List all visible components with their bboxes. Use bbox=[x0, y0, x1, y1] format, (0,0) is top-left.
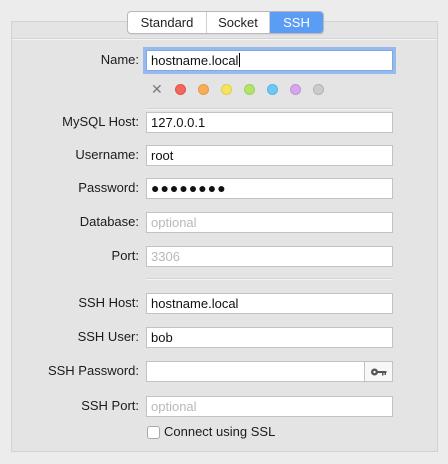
ssl-checkbox-label[interactable]: Connect using SSL bbox=[164, 423, 275, 441]
color-picker: ✕ bbox=[151, 82, 336, 96]
color-swatch-yellow[interactable] bbox=[220, 84, 232, 95]
ssh-key-button[interactable] bbox=[364, 361, 393, 382]
ssh-port-field[interactable]: optional bbox=[146, 396, 393, 417]
ssh-port-label: SSH Port: bbox=[81, 398, 139, 413]
color-swatch-purple[interactable] bbox=[289, 84, 301, 95]
name-value: hostname.local bbox=[151, 53, 239, 68]
ssh-host-field[interactable]: hostname.local bbox=[146, 293, 393, 314]
database-placeholder: optional bbox=[151, 215, 197, 230]
color-swatch-blue[interactable] bbox=[266, 84, 278, 95]
port-field[interactable]: 3306 bbox=[146, 246, 393, 267]
port-label: Port: bbox=[111, 248, 139, 263]
database-label: Database: bbox=[79, 214, 139, 229]
ssh-password-label: SSH Password: bbox=[47, 363, 139, 378]
username-label: Username: bbox=[75, 147, 139, 162]
ssh-user-field[interactable]: bob bbox=[146, 327, 393, 348]
color-separator bbox=[146, 108, 393, 110]
password-field[interactable]: ●●●●●●●● bbox=[146, 178, 393, 199]
password-value: ●●●●●●●● bbox=[151, 180, 227, 196]
ssh-host-label: SSH Host: bbox=[78, 295, 139, 310]
database-field[interactable]: optional bbox=[146, 212, 393, 233]
tab-socket[interactable]: Socket bbox=[207, 12, 270, 33]
port-placeholder: 3306 bbox=[151, 249, 180, 264]
ssh-port-placeholder: optional bbox=[151, 399, 197, 414]
color-swatch-gray[interactable] bbox=[312, 84, 324, 95]
tab-standard[interactable]: Standard bbox=[128, 12, 207, 33]
x-mark-icon[interactable]: ✕ bbox=[151, 82, 163, 96]
mysql-host-label: MySQL Host: bbox=[62, 114, 139, 129]
username-value: root bbox=[151, 148, 174, 163]
ssh-user-label: SSH User: bbox=[77, 329, 139, 344]
color-swatch-orange[interactable] bbox=[197, 84, 209, 95]
top-separator bbox=[12, 38, 437, 40]
ssh-user-value: bob bbox=[151, 330, 173, 345]
ssh-separator bbox=[146, 278, 393, 280]
color-swatch-green[interactable] bbox=[243, 84, 255, 95]
connection-type-segmented-control: Standard Socket SSH bbox=[127, 11, 324, 34]
mysql-host-value: 127.0.0.1 bbox=[151, 115, 206, 130]
ssl-checkbox[interactable] bbox=[147, 426, 160, 439]
key-icon bbox=[370, 368, 386, 375]
mysql-host-field[interactable]: 127.0.0.1 bbox=[146, 112, 393, 133]
color-swatch-red[interactable] bbox=[174, 84, 186, 95]
ssh-host-value: hostname.local bbox=[151, 296, 239, 311]
name-field[interactable]: hostname.local bbox=[146, 50, 393, 71]
username-field[interactable]: root bbox=[146, 145, 393, 166]
text-caret bbox=[239, 53, 241, 67]
name-label: Name: bbox=[100, 52, 139, 67]
tab-ssh[interactable]: SSH bbox=[270, 12, 323, 33]
ssh-password-field[interactable] bbox=[146, 361, 365, 382]
password-label: Password: bbox=[78, 180, 139, 195]
